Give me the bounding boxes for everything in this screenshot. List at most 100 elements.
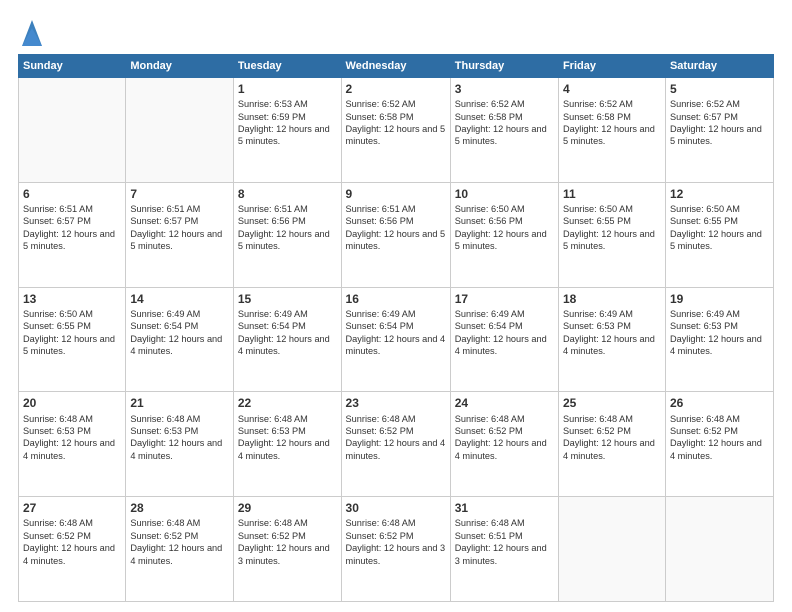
page: SundayMondayTuesdayWednesdayThursdayFrid… bbox=[0, 0, 792, 612]
calendar-day-3: 3Sunrise: 6:52 AM Sunset: 6:58 PM Daylig… bbox=[450, 78, 558, 183]
calendar-empty-cell bbox=[126, 78, 234, 183]
day-info: Sunrise: 6:48 AM Sunset: 6:53 PM Dayligh… bbox=[130, 413, 229, 463]
calendar-day-29: 29Sunrise: 6:48 AM Sunset: 6:52 PM Dayli… bbox=[233, 497, 341, 602]
day-info: Sunrise: 6:49 AM Sunset: 6:53 PM Dayligh… bbox=[563, 308, 661, 358]
day-info: Sunrise: 6:51 AM Sunset: 6:57 PM Dayligh… bbox=[23, 203, 121, 253]
calendar-day-14: 14Sunrise: 6:49 AM Sunset: 6:54 PM Dayli… bbox=[126, 287, 234, 392]
day-header-saturday: Saturday bbox=[665, 55, 773, 78]
calendar-day-4: 4Sunrise: 6:52 AM Sunset: 6:58 PM Daylig… bbox=[558, 78, 665, 183]
day-number: 23 bbox=[346, 395, 446, 411]
day-info: Sunrise: 6:48 AM Sunset: 6:52 PM Dayligh… bbox=[130, 517, 229, 567]
calendar-day-25: 25Sunrise: 6:48 AM Sunset: 6:52 PM Dayli… bbox=[558, 392, 665, 497]
day-info: Sunrise: 6:52 AM Sunset: 6:58 PM Dayligh… bbox=[563, 98, 661, 148]
calendar-empty-cell bbox=[665, 497, 773, 602]
day-number: 14 bbox=[130, 291, 229, 307]
day-number: 27 bbox=[23, 500, 121, 516]
day-info: Sunrise: 6:50 AM Sunset: 6:55 PM Dayligh… bbox=[670, 203, 769, 253]
calendar-day-30: 30Sunrise: 6:48 AM Sunset: 6:52 PM Dayli… bbox=[341, 497, 450, 602]
day-number: 1 bbox=[238, 81, 337, 97]
day-info: Sunrise: 6:52 AM Sunset: 6:58 PM Dayligh… bbox=[346, 98, 446, 148]
day-number: 15 bbox=[238, 291, 337, 307]
day-info: Sunrise: 6:49 AM Sunset: 6:54 PM Dayligh… bbox=[130, 308, 229, 358]
calendar-day-6: 6Sunrise: 6:51 AM Sunset: 6:57 PM Daylig… bbox=[19, 182, 126, 287]
day-info: Sunrise: 6:51 AM Sunset: 6:56 PM Dayligh… bbox=[238, 203, 337, 253]
day-header-thursday: Thursday bbox=[450, 55, 558, 78]
day-number: 16 bbox=[346, 291, 446, 307]
day-info: Sunrise: 6:49 AM Sunset: 6:54 PM Dayligh… bbox=[238, 308, 337, 358]
day-number: 24 bbox=[455, 395, 554, 411]
calendar-day-23: 23Sunrise: 6:48 AM Sunset: 6:52 PM Dayli… bbox=[341, 392, 450, 497]
day-info: Sunrise: 6:50 AM Sunset: 6:55 PM Dayligh… bbox=[563, 203, 661, 253]
calendar-week-row: 27Sunrise: 6:48 AM Sunset: 6:52 PM Dayli… bbox=[19, 497, 774, 602]
day-info: Sunrise: 6:52 AM Sunset: 6:57 PM Dayligh… bbox=[670, 98, 769, 148]
calendar-day-7: 7Sunrise: 6:51 AM Sunset: 6:57 PM Daylig… bbox=[126, 182, 234, 287]
calendar-day-10: 10Sunrise: 6:50 AM Sunset: 6:56 PM Dayli… bbox=[450, 182, 558, 287]
day-header-tuesday: Tuesday bbox=[233, 55, 341, 78]
day-number: 25 bbox=[563, 395, 661, 411]
day-info: Sunrise: 6:50 AM Sunset: 6:56 PM Dayligh… bbox=[455, 203, 554, 253]
day-info: Sunrise: 6:48 AM Sunset: 6:53 PM Dayligh… bbox=[23, 413, 121, 463]
day-header-friday: Friday bbox=[558, 55, 665, 78]
day-number: 30 bbox=[346, 500, 446, 516]
calendar-header-row: SundayMondayTuesdayWednesdayThursdayFrid… bbox=[19, 55, 774, 78]
day-info: Sunrise: 6:48 AM Sunset: 6:52 PM Dayligh… bbox=[346, 517, 446, 567]
day-number: 2 bbox=[346, 81, 446, 97]
day-info: Sunrise: 6:50 AM Sunset: 6:55 PM Dayligh… bbox=[23, 308, 121, 358]
day-header-sunday: Sunday bbox=[19, 55, 126, 78]
calendar-day-31: 31Sunrise: 6:48 AM Sunset: 6:51 PM Dayli… bbox=[450, 497, 558, 602]
day-info: Sunrise: 6:48 AM Sunset: 6:52 PM Dayligh… bbox=[670, 413, 769, 463]
day-info: Sunrise: 6:53 AM Sunset: 6:59 PM Dayligh… bbox=[238, 98, 337, 148]
day-number: 7 bbox=[130, 186, 229, 202]
calendar-day-11: 11Sunrise: 6:50 AM Sunset: 6:55 PM Dayli… bbox=[558, 182, 665, 287]
calendar-day-20: 20 Sunrise: 6:48 AM Sunset: 6:53 PM Dayli… bbox=[19, 392, 126, 497]
day-number: 9 bbox=[346, 186, 446, 202]
day-number: 6 bbox=[23, 186, 121, 202]
day-number: 13 bbox=[23, 291, 121, 307]
calendar-week-row: 13Sunrise: 6:50 AM Sunset: 6:55 PM Dayli… bbox=[19, 287, 774, 392]
logo-icon bbox=[20, 18, 42, 46]
day-number: 8 bbox=[238, 186, 337, 202]
calendar-day-19: 19Sunrise: 6:49 AM Sunset: 6:53 PM Dayli… bbox=[665, 287, 773, 392]
day-number: 11 bbox=[563, 186, 661, 202]
calendar-day-2: 2Sunrise: 6:52 AM Sunset: 6:58 PM Daylig… bbox=[341, 78, 450, 183]
day-header-monday: Monday bbox=[126, 55, 234, 78]
calendar-day-8: 8Sunrise: 6:51 AM Sunset: 6:56 PM Daylig… bbox=[233, 182, 341, 287]
calendar-day-1: 1Sunrise: 6:53 AM Sunset: 6:59 PM Daylig… bbox=[233, 78, 341, 183]
calendar-day-12: 12Sunrise: 6:50 AM Sunset: 6:55 PM Dayli… bbox=[665, 182, 773, 287]
calendar-day-18: 18Sunrise: 6:49 AM Sunset: 6:53 PM Dayli… bbox=[558, 287, 665, 392]
day-number: 3 bbox=[455, 81, 554, 97]
day-number: 26 bbox=[670, 395, 769, 411]
day-number: 29 bbox=[238, 500, 337, 516]
day-info: Sunrise: 6:48 AM Sunset: 6:52 PM Dayligh… bbox=[23, 517, 121, 567]
day-header-wednesday: Wednesday bbox=[341, 55, 450, 78]
day-number: 28 bbox=[130, 500, 229, 516]
day-info: Sunrise: 6:48 AM Sunset: 6:53 PM Dayligh… bbox=[238, 413, 337, 463]
calendar-week-row: 1Sunrise: 6:53 AM Sunset: 6:59 PM Daylig… bbox=[19, 78, 774, 183]
calendar-day-5: 5Sunrise: 6:52 AM Sunset: 6:57 PM Daylig… bbox=[665, 78, 773, 183]
day-info: Sunrise: 6:49 AM Sunset: 6:53 PM Dayligh… bbox=[670, 308, 769, 358]
calendar-day-15: 15Sunrise: 6:49 AM Sunset: 6:54 PM Dayli… bbox=[233, 287, 341, 392]
calendar-day-24: 24 Sunrise: 6:48 AM Sunset: 6:52 PM Dayli… bbox=[450, 392, 558, 497]
calendar-day-22: 22Sunrise: 6:48 AM Sunset: 6:53 PM Dayli… bbox=[233, 392, 341, 497]
day-number: 18 bbox=[563, 291, 661, 307]
calendar-day-9: 9Sunrise: 6:51 AM Sunset: 6:56 PM Daylig… bbox=[341, 182, 450, 287]
day-info: Sunrise: 6:48 AM Sunset: 6:52 PM Dayligh… bbox=[238, 517, 337, 567]
day-number: 20 bbox=[23, 395, 121, 411]
day-number: 5 bbox=[670, 81, 769, 97]
day-info: Sunrise: 6:51 AM Sunset: 6:56 PM Dayligh… bbox=[346, 203, 446, 253]
day-info: Sunrise: 6:51 AM Sunset: 6:57 PM Dayligh… bbox=[130, 203, 229, 253]
calendar-day-17: 17Sunrise: 6:49 AM Sunset: 6:54 PM Dayli… bbox=[450, 287, 558, 392]
calendar-empty-cell bbox=[19, 78, 126, 183]
day-number: 12 bbox=[670, 186, 769, 202]
calendar-table: SundayMondayTuesdayWednesdayThursdayFrid… bbox=[18, 54, 774, 602]
day-info: Sunrise: 6:48 AM Sunset: 6:51 PM Dayligh… bbox=[455, 517, 554, 567]
day-info: Sunrise: 6:48 AM Sunset: 6:52 PM Dayligh… bbox=[455, 413, 554, 463]
day-info: Sunrise: 6:52 AM Sunset: 6:58 PM Dayligh… bbox=[455, 98, 554, 148]
calendar-week-row: 20 Sunrise: 6:48 AM Sunset: 6:53 PM Dayli… bbox=[19, 392, 774, 497]
day-info: Sunrise: 6:49 AM Sunset: 6:54 PM Dayligh… bbox=[346, 308, 446, 358]
day-number: 4 bbox=[563, 81, 661, 97]
header bbox=[18, 18, 774, 46]
calendar-week-row: 6Sunrise: 6:51 AM Sunset: 6:57 PM Daylig… bbox=[19, 182, 774, 287]
calendar-day-28: 28Sunrise: 6:48 AM Sunset: 6:52 PM Dayli… bbox=[126, 497, 234, 602]
calendar-day-27: 27Sunrise: 6:48 AM Sunset: 6:52 PM Dayli… bbox=[19, 497, 126, 602]
